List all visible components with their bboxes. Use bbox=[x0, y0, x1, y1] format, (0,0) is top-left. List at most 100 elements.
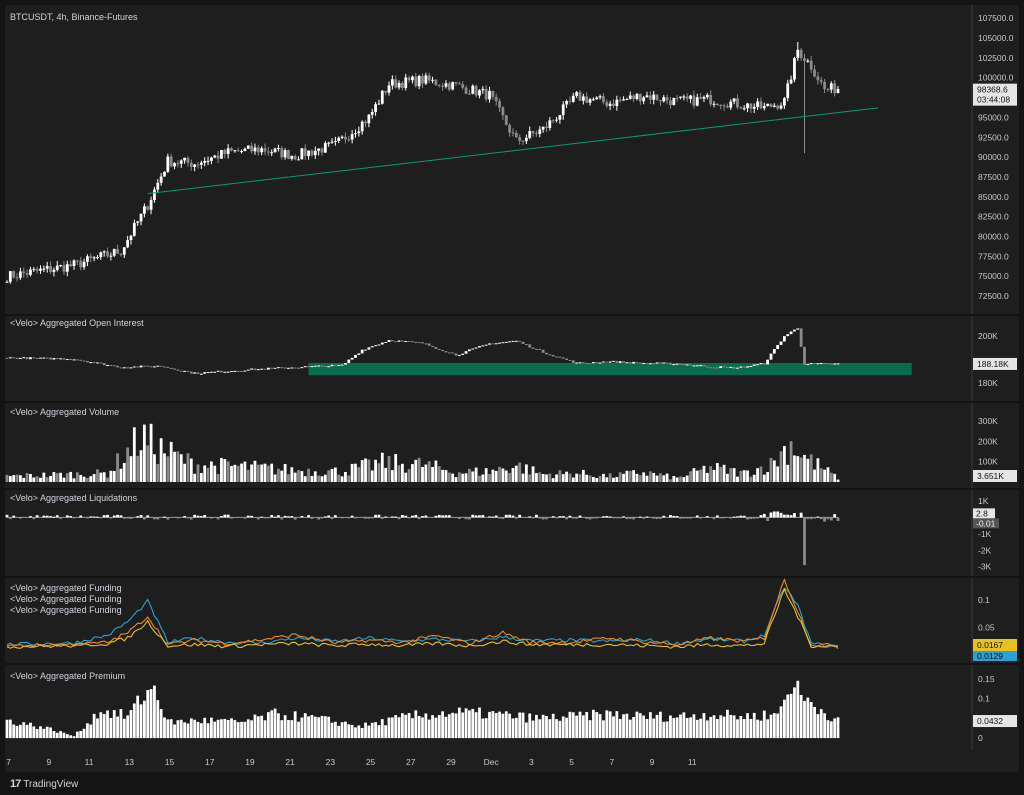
candle-body bbox=[390, 79, 394, 86]
candle-body bbox=[347, 139, 351, 141]
premium-bar bbox=[35, 729, 39, 739]
volume-bar bbox=[427, 461, 431, 482]
volume-bar bbox=[327, 470, 331, 482]
premium-bar bbox=[166, 719, 170, 739]
candle-body bbox=[240, 151, 243, 153]
liquidation-bar bbox=[782, 514, 786, 518]
liquidation-bar bbox=[689, 517, 692, 519]
candle-body bbox=[344, 136, 347, 140]
liquidation-bar bbox=[35, 515, 39, 518]
premium-bar bbox=[531, 720, 535, 739]
volume-bar bbox=[615, 477, 619, 482]
premium-bar bbox=[29, 722, 32, 739]
liquidation-bar bbox=[146, 515, 150, 518]
candle-body bbox=[5, 281, 9, 283]
oi-bar bbox=[746, 366, 749, 368]
premium-bar bbox=[142, 700, 146, 739]
premium-bar bbox=[705, 720, 709, 739]
candle-body bbox=[736, 98, 739, 108]
premium-bar bbox=[230, 718, 233, 739]
candle-body bbox=[65, 264, 69, 272]
candle-body bbox=[92, 257, 96, 259]
candle-body bbox=[213, 155, 217, 158]
volume-bar bbox=[169, 441, 173, 482]
candle-body bbox=[153, 189, 156, 201]
oi-bar bbox=[829, 363, 833, 365]
volume-bar bbox=[139, 450, 143, 482]
volume-bar bbox=[297, 470, 300, 482]
premium-bar bbox=[209, 717, 213, 739]
volume-bar bbox=[528, 474, 532, 482]
candle-body bbox=[746, 103, 749, 109]
liquidation-bar bbox=[504, 514, 508, 518]
premium-bar bbox=[521, 712, 525, 739]
volume-bar bbox=[307, 468, 310, 482]
liquidation-bar bbox=[92, 516, 96, 518]
oi-bar bbox=[297, 367, 300, 369]
candle-body bbox=[471, 85, 475, 94]
premium-bar bbox=[541, 714, 545, 739]
liquidation-bar bbox=[826, 517, 830, 520]
liquidation-bar bbox=[518, 514, 522, 518]
liquidation-bar bbox=[122, 517, 126, 519]
candle-body bbox=[216, 155, 220, 159]
premium-bar bbox=[374, 722, 377, 739]
liquidation-bar bbox=[561, 516, 565, 518]
liquidation-bar bbox=[414, 514, 418, 518]
liquidation-bar bbox=[752, 517, 756, 519]
volume-bar bbox=[454, 477, 458, 482]
premium-bar bbox=[55, 732, 59, 739]
premium-bar bbox=[715, 719, 719, 739]
y-tick-label: 92500.0 bbox=[978, 132, 1009, 142]
candle-body bbox=[99, 252, 103, 258]
candle-body bbox=[176, 163, 180, 165]
premium-bar bbox=[504, 711, 508, 739]
liquidation-bar bbox=[136, 516, 140, 518]
candle-body bbox=[29, 269, 32, 275]
candle-body bbox=[354, 133, 357, 135]
volume-bar bbox=[374, 459, 377, 482]
premium-bar bbox=[173, 724, 176, 739]
oi-bar bbox=[317, 365, 321, 367]
liquidation-bar bbox=[434, 515, 438, 518]
volume-bar bbox=[424, 464, 428, 482]
premium-bar bbox=[514, 717, 518, 739]
candle-body bbox=[52, 269, 56, 272]
volume-bar bbox=[250, 464, 254, 482]
volume-bar bbox=[809, 454, 813, 482]
premium-bar bbox=[203, 717, 207, 739]
liquidation-bar bbox=[501, 517, 505, 520]
brand-footer[interactable]: 17 TradingView bbox=[10, 778, 78, 790]
candle-body bbox=[518, 136, 522, 141]
premium-bar bbox=[89, 724, 93, 739]
volume-bar bbox=[364, 458, 367, 482]
oi-bar bbox=[323, 366, 327, 368]
candle-body bbox=[464, 87, 468, 94]
volume-bar bbox=[705, 472, 709, 482]
volume-bar bbox=[256, 464, 260, 482]
premium-bar bbox=[293, 711, 297, 739]
oi-bar bbox=[390, 340, 394, 342]
premium-bar bbox=[739, 715, 743, 739]
oi-bar bbox=[541, 349, 545, 353]
candle-body bbox=[79, 260, 83, 268]
candle-body bbox=[568, 101, 572, 103]
premium-title: <Velo> Aggregated Premium bbox=[10, 671, 125, 681]
oi-bar bbox=[675, 363, 679, 365]
premium-bar bbox=[116, 716, 119, 739]
premium-bar bbox=[25, 724, 29, 739]
premium-bar bbox=[109, 717, 113, 739]
premium-bar bbox=[240, 721, 243, 739]
liquidation-bar bbox=[555, 517, 558, 519]
premium-bar bbox=[669, 715, 672, 739]
liquidation-bar bbox=[457, 517, 461, 520]
volume-bar bbox=[226, 461, 230, 482]
oi-bar bbox=[193, 372, 197, 374]
premium-bar bbox=[320, 715, 324, 739]
volume-bar bbox=[136, 455, 140, 482]
candle-body bbox=[387, 85, 391, 93]
x-tick-label: Dec bbox=[484, 757, 500, 767]
volume-bar bbox=[337, 474, 341, 482]
oi-bar bbox=[826, 363, 830, 365]
liquidation-bar bbox=[156, 517, 160, 520]
